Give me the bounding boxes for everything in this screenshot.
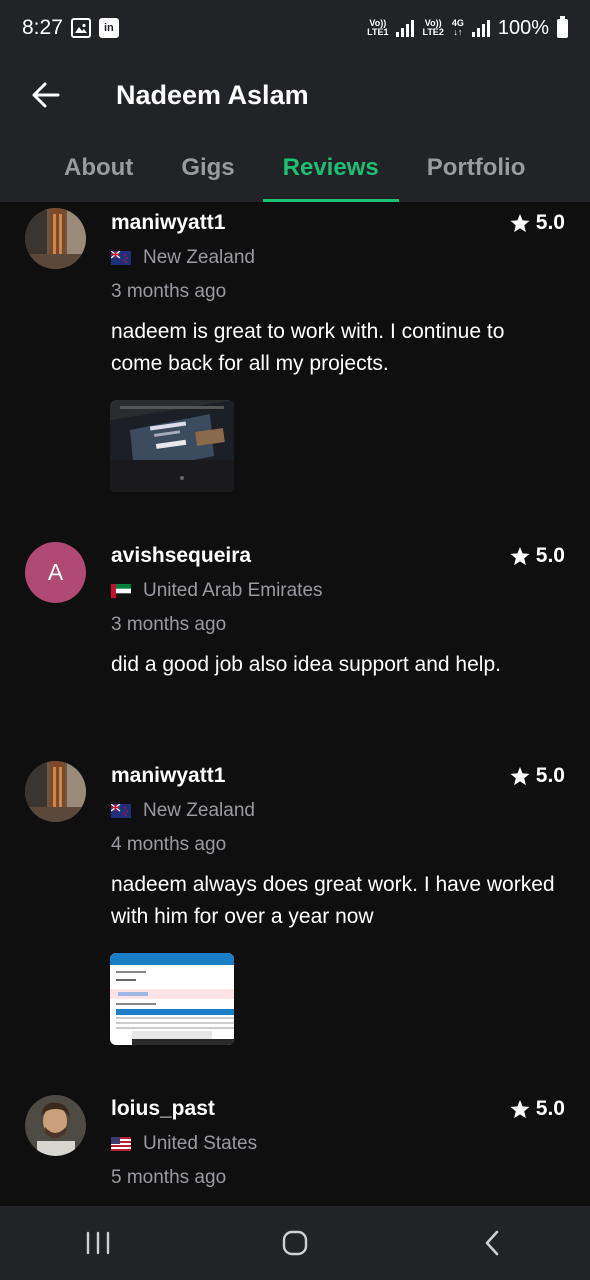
avatar[interactable] bbox=[25, 208, 86, 269]
system-back-button[interactable] bbox=[462, 1213, 522, 1273]
review-time: 3 months ago bbox=[111, 614, 227, 635]
us-flag-icon bbox=[111, 1137, 131, 1151]
avatar-letter: A bbox=[47, 559, 64, 585]
signal-2-icon bbox=[471, 19, 490, 37]
sim2-label: Vo)) LTE2 bbox=[422, 19, 443, 37]
battery-icon bbox=[557, 15, 568, 38]
linkedin-icon: in bbox=[98, 18, 119, 38]
sim1-label: Vo)) LTE1 bbox=[367, 19, 388, 37]
rating-value: 5.0 bbox=[535, 544, 565, 567]
page-title: Nadeem Aslam bbox=[116, 79, 309, 110]
tab-reviews[interactable]: Reviews bbox=[259, 134, 403, 202]
status-right: Vo)) LTE1 Vo)) LTE2 4G ↓↑ 100% bbox=[367, 15, 568, 40]
country-name: United Arab Emirates bbox=[143, 580, 323, 601]
review-time: 5 months ago bbox=[111, 1167, 227, 1188]
tab-gigs[interactable]: Gigs bbox=[157, 134, 258, 202]
rating-value: 5.0 bbox=[535, 211, 565, 234]
country-name: New Zealand bbox=[143, 247, 255, 268]
tab-portfolio-label: Portfolio bbox=[426, 154, 526, 181]
review-time: 4 months ago bbox=[111, 834, 227, 855]
linkedin-icon-text: in bbox=[103, 22, 114, 34]
back-button[interactable] bbox=[26, 75, 66, 115]
status-left: 8:27 in bbox=[22, 16, 119, 40]
review-country: United Arab Emirates bbox=[111, 580, 323, 602]
app-bar: Nadeem Aslam bbox=[0, 56, 590, 134]
new-zealand-flag-icon bbox=[111, 251, 131, 265]
star-icon bbox=[510, 546, 530, 565]
tab-about-label: About bbox=[64, 154, 134, 181]
recent-apps-icon bbox=[87, 1231, 110, 1255]
arrow-left-icon bbox=[32, 82, 60, 108]
rating-value: 5.0 bbox=[535, 764, 565, 787]
home-button[interactable] bbox=[265, 1213, 325, 1273]
review-attachment-thumbnail[interactable] bbox=[110, 953, 234, 1045]
profile-tabs: About Gigs Reviews Portfolio bbox=[0, 134, 590, 202]
system-nav-bar bbox=[0, 1206, 590, 1280]
network-type: 4G ↓↑ bbox=[452, 19, 464, 37]
new-zealand-flag-icon bbox=[111, 804, 131, 818]
review-rating: 5.0 bbox=[510, 764, 565, 788]
review-username[interactable]: maniwyatt1 bbox=[111, 211, 225, 235]
rating-value: 5.0 bbox=[535, 1097, 565, 1120]
review-username[interactable]: maniwyatt1 bbox=[111, 764, 225, 788]
review-rating: 5.0 bbox=[510, 211, 565, 235]
avatar[interactable]: A bbox=[25, 542, 86, 603]
network-bottom: ↓↑ bbox=[453, 27, 463, 37]
avatar[interactable] bbox=[25, 1095, 86, 1156]
country-name: United States bbox=[143, 1133, 258, 1154]
recent-apps-button[interactable] bbox=[68, 1213, 128, 1273]
battery-percent: 100% bbox=[497, 16, 549, 39]
star-icon bbox=[510, 1099, 530, 1118]
review-rating: 5.0 bbox=[510, 1097, 565, 1121]
review-country: United States bbox=[111, 1133, 257, 1155]
review-attachment-thumbnail[interactable] bbox=[110, 400, 234, 492]
tab-gigs-label: Gigs bbox=[181, 154, 235, 181]
review-text: nadeem always does great work. I have wo… bbox=[111, 873, 555, 928]
review-username[interactable]: loius_past bbox=[111, 1097, 215, 1121]
signal-1-icon bbox=[396, 19, 415, 37]
tab-portfolio[interactable]: Portfolio bbox=[403, 134, 550, 202]
country-name: New Zealand bbox=[143, 800, 255, 821]
tab-reviews-label: Reviews bbox=[282, 154, 379, 181]
review-username[interactable]: avishsequeira bbox=[111, 544, 251, 568]
status-time: 8:27 bbox=[22, 16, 63, 39]
uae-flag-icon bbox=[111, 584, 131, 598]
review-country: New Zealand bbox=[111, 800, 255, 822]
star-icon bbox=[510, 213, 530, 232]
review-time: 3 months ago bbox=[111, 281, 227, 302]
review-country: New Zealand bbox=[111, 247, 255, 269]
home-icon bbox=[282, 1230, 308, 1256]
star-icon bbox=[510, 766, 530, 785]
sim1-bottom: LTE1 bbox=[367, 27, 389, 37]
sim2-bottom: LTE2 bbox=[422, 27, 444, 37]
avatar[interactable] bbox=[25, 761, 86, 822]
review-rating: 5.0 bbox=[510, 544, 565, 568]
back-icon bbox=[485, 1230, 498, 1256]
review-text: nadeem is great to work with. I continue… bbox=[111, 320, 505, 375]
reviews-list[interactable]: maniwyatt1 5.0 New Zealand 3 months ago … bbox=[0, 202, 590, 1206]
review-text: did a good job also idea support and hel… bbox=[111, 653, 501, 676]
tab-about[interactable]: About bbox=[40, 134, 157, 202]
status-bar: 8:27 in Vo)) LTE1 Vo)) LTE2 4G ↓↑ 100% bbox=[0, 0, 590, 56]
image-icon bbox=[70, 18, 91, 38]
